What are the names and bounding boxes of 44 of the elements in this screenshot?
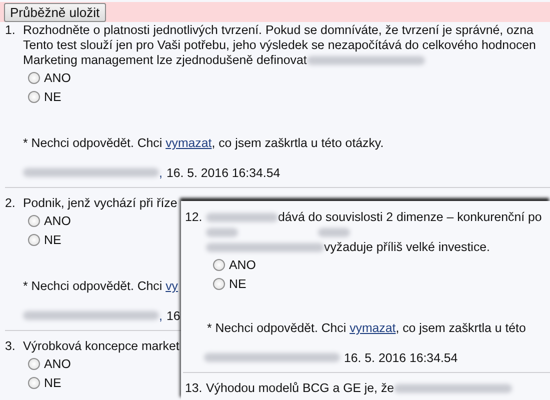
note-text: * Nechci odpovědět. Chci vy — [23, 279, 178, 294]
radio-button[interactable] — [28, 358, 40, 370]
question-text: Marketing management lze zjednodušeně definovat — [23, 53, 307, 68]
option-label: ANO — [44, 70, 71, 84]
option-label: NE — [229, 276, 246, 290]
question-text: Výhodou modelů BCG a GE je, že — [206, 381, 394, 396]
redacted-text — [206, 213, 278, 222]
timestamp: 16. 5. 2016 16:34.54 — [166, 166, 280, 180]
radio-button[interactable] — [28, 72, 40, 84]
radio-button[interactable] — [28, 376, 40, 388]
question-number: 1. — [4, 23, 16, 38]
question-text: dává do souvislosti 2 dimenze – konkurenční po — [278, 210, 542, 225]
clear-link[interactable]: vy — [166, 279, 178, 293]
question-text: Výrobková koncepce market — [23, 339, 180, 354]
clear-link[interactable]: vymazat — [166, 136, 212, 150]
save-button[interactable]: Průběžně uložit — [4, 2, 106, 22]
clear-link[interactable]: vymazat — [350, 321, 396, 335]
note-text: * Nechci odpovědět. Chci vymazat, co jsem zaškrtla u této — [207, 321, 526, 336]
question-text: Rozhodněte o platnosti jednotlivých tvrzení. Pokud se domníváte, že tvrzení je správné, ozna — [23, 23, 534, 38]
redacted-text — [206, 228, 238, 237]
question-text: Podnik, jenž vychází při říze — [23, 196, 178, 211]
question-number: 12. — [184, 210, 204, 225]
question-text: vyžaduje příliš velké investice. — [324, 240, 490, 255]
radio-button[interactable] — [28, 234, 40, 246]
option-label: NE — [44, 232, 62, 246]
radio-button[interactable] — [213, 258, 225, 270]
question-number: 2. — [4, 196, 16, 211]
question-number: 13. — [184, 381, 204, 396]
separator: , — [159, 166, 162, 180]
redacted-text — [318, 228, 350, 237]
timestamp: 16. 5. 2016 16:34.54 — [344, 350, 458, 364]
radio-button[interactable] — [213, 278, 225, 290]
radio-button[interactable] — [28, 214, 40, 226]
option-label: ANO — [44, 214, 71, 228]
question-number: 3. — [4, 339, 16, 354]
option-label: NE — [44, 376, 62, 390]
note-text: * Nechci odpovědět. Chci vymazat, co jsem zaškrtla u této otázky. — [23, 136, 384, 151]
question-text: Tento test slouží jen pro Vaši potřebu, jeho výsledek se nezapočítává do celkového hodnocen — [23, 38, 536, 53]
option-label: ANO — [229, 258, 256, 272]
timestamp: 16 — [166, 308, 180, 322]
separator: , — [159, 308, 162, 322]
radio-button[interactable] — [28, 90, 40, 102]
option-label: NE — [44, 90, 62, 104]
option-label: ANO — [44, 356, 71, 370]
